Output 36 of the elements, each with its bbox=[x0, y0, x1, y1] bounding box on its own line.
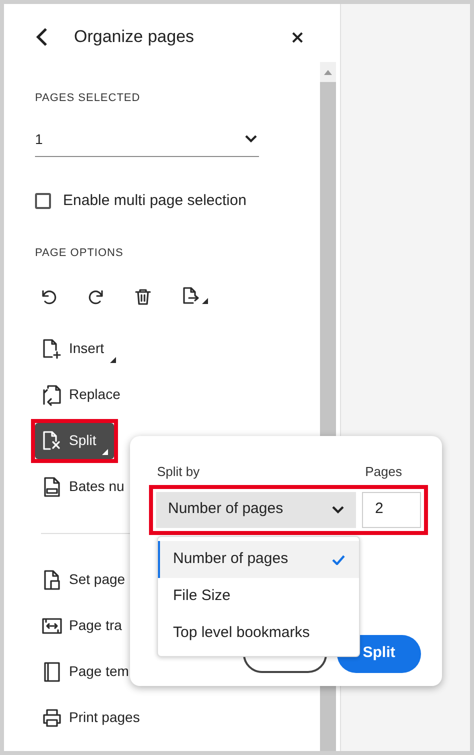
close-icon bbox=[292, 32, 302, 42]
page-add-icon bbox=[41, 338, 63, 360]
page-option-item[interactable]: Page tra bbox=[35, 608, 128, 644]
pages-dropdown[interactable]: 1 bbox=[35, 122, 259, 156]
page-option-item[interactable]: Split bbox=[35, 422, 114, 458]
chevron-down-icon bbox=[245, 135, 257, 143]
section-label: PAGE OPTIONS bbox=[35, 246, 124, 261]
toolbar-button[interactable] bbox=[133, 286, 153, 306]
page-box-icon bbox=[41, 568, 63, 590]
trash-icon bbox=[133, 286, 153, 306]
printer-icon bbox=[41, 706, 63, 728]
arrow-up-icon bbox=[324, 70, 332, 74]
pages-input[interactable]: 2 bbox=[362, 492, 421, 528]
page-option-item[interactable]: Bates nu bbox=[35, 468, 130, 504]
section-label: PAGES SELECTED bbox=[35, 91, 142, 106]
check-icon bbox=[332, 554, 345, 564]
page-option-item[interactable]: Insert bbox=[35, 330, 122, 366]
field-label: Pages bbox=[365, 463, 402, 481]
checkbox-label: Enable multi page selection bbox=[63, 190, 246, 210]
submenu-corner-icon bbox=[202, 298, 208, 304]
checkbox[interactable] bbox=[35, 192, 51, 209]
split-by-dropdown[interactable]: Number of pages bbox=[156, 492, 356, 528]
dropdown-option[interactable]: Number of pages bbox=[158, 541, 359, 578]
page-option-item[interactable]: Replace bbox=[35, 376, 126, 412]
page-option-item[interactable]: Set page bbox=[35, 562, 132, 598]
page-option-item[interactable]: Page tem bbox=[35, 654, 135, 690]
page-numbered-icon bbox=[41, 476, 63, 498]
submenu-corner-icon bbox=[110, 356, 116, 362]
page-option-item[interactable]: Print pages bbox=[35, 700, 146, 736]
page-replace-icon bbox=[41, 384, 63, 406]
chevron-down-icon bbox=[332, 506, 344, 514]
page-template-icon bbox=[41, 660, 63, 682]
field-label: Split by bbox=[157, 463, 200, 481]
panel-title: Organize pages bbox=[74, 26, 196, 48]
submenu-corner-icon bbox=[102, 448, 108, 454]
dropdown-option[interactable]: File Size bbox=[158, 578, 359, 615]
